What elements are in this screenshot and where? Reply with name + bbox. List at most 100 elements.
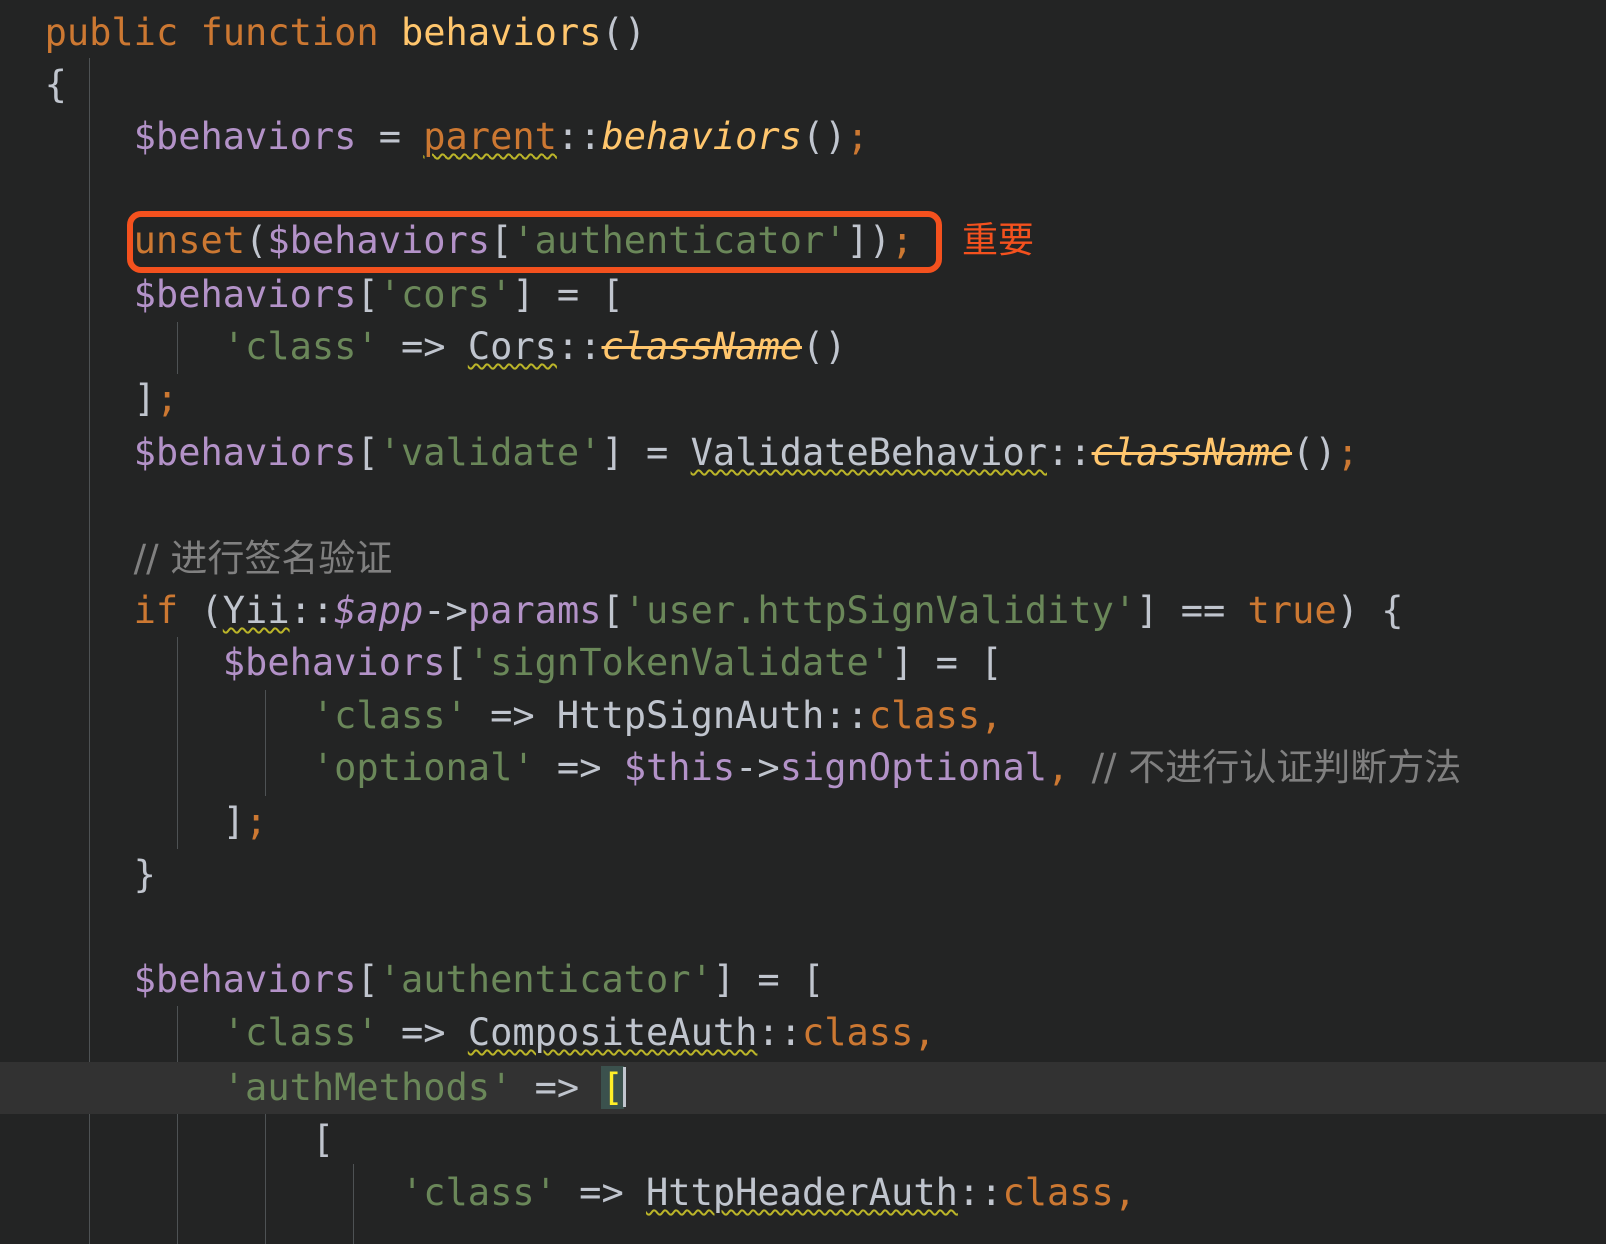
token-class-validatebehavior: ValidateBehavior: [690, 431, 1047, 474]
token-assign: =: [913, 641, 981, 684]
token-assign: =: [623, 431, 691, 474]
token-string-authmethods: 'authMethods': [222, 1066, 513, 1109]
token-comma: ,: [1047, 746, 1070, 789]
token-keyword-if: if: [133, 589, 179, 632]
token-class-yii: Yii: [222, 589, 290, 632]
token-string-class: 'class': [311, 694, 468, 737]
token-string-class: 'class': [222, 1011, 379, 1054]
token-open-brace: {: [44, 63, 67, 106]
code-line-17[interactable]: ];: [0, 796, 1606, 848]
code-line-2[interactable]: {: [0, 59, 1606, 111]
token-class-httpsignauth: HttpSignAuth: [556, 694, 825, 737]
token-deprecated-classname: className: [601, 325, 802, 368]
token-prop-signoptional: signOptional: [779, 746, 1048, 789]
token-string-authenticator: 'authenticator': [512, 219, 847, 262]
code-line-25[interactable]: 'class' => HttpHeaderAuth::class,: [0, 1167, 1606, 1219]
token-double-arrow: =>: [378, 325, 468, 368]
token-double-arrow: =>: [467, 694, 557, 737]
token-string-user-httpsignvalidity: 'user.httpSignValidity': [623, 589, 1137, 632]
token-string-signtokenvalidate: 'signTokenValidate': [467, 641, 892, 684]
token-scope-resolution: ::: [957, 1171, 1003, 1214]
token-parens: (): [801, 115, 847, 158]
token-comma: ,: [913, 1011, 936, 1054]
code-line-24[interactable]: [: [0, 1114, 1606, 1166]
token-keyword-class: class: [868, 694, 981, 737]
token-var-behaviors: $behaviors: [133, 958, 357, 1001]
code-line-15[interactable]: 'class' => HttpSignAuth::class,: [0, 690, 1606, 742]
code-line-13[interactable]: if (Yii::$app->params['user.httpSignVali…: [0, 585, 1606, 637]
token-prop-params: params: [467, 589, 602, 632]
token-paren-brace: ) {: [1336, 589, 1404, 632]
token-class-compositeauth: CompositeAuth: [467, 1011, 758, 1054]
token-open-bracket: [: [311, 1118, 335, 1161]
comment-sign-verification: // 进行签名验证: [133, 537, 393, 580]
code-line-8[interactable]: 'class' => Cors::className(): [0, 321, 1606, 373]
token-open-bracket: [: [801, 958, 825, 1001]
token-scope-resolution: ::: [556, 115, 602, 158]
code-line-16[interactable]: 'optional' => $this->signOptional, // 不进…: [0, 742, 1606, 794]
token-object-operator: ->: [735, 746, 780, 789]
token-method-behaviors: behaviors: [601, 115, 802, 158]
token-scope-resolution: ::: [289, 589, 335, 632]
token-var-behaviors: $behaviors: [222, 641, 446, 684]
code-line-22[interactable]: 'class' => CompositeAuth::class,: [0, 1007, 1606, 1059]
token-string-authenticator: 'authenticator': [378, 958, 713, 1001]
code-line-6[interactable]: unset($behaviors['authenticator']);: [0, 215, 1606, 267]
code-line-7[interactable]: $behaviors['cors'] = [: [0, 269, 1606, 321]
token-string-cors: 'cors': [378, 273, 513, 316]
token-scope-resolution: ::: [556, 325, 602, 368]
token-keyword-parent: parent: [423, 115, 557, 158]
code-line-1[interactable]: public function behaviors(): [0, 7, 1606, 59]
token-keyword-unset: unset: [133, 219, 246, 262]
code-line-14[interactable]: $behaviors['signTokenValidate'] = [: [0, 637, 1606, 689]
token-object-operator: ->: [423, 589, 468, 632]
token-function-name-behaviors: behaviors: [401, 11, 602, 54]
annotation-important: 重要: [962, 220, 1035, 261]
comment-no-auth-check: // 不进行认证判断方法: [1091, 746, 1462, 789]
token-scope-resolution: ::: [824, 694, 869, 737]
token-class-httpheaderauth: HttpHeaderAuth: [646, 1171, 958, 1214]
token-static-prop-app: $app: [334, 589, 424, 632]
token-close-brace: }: [133, 853, 156, 896]
code-line-21[interactable]: $behaviors['authenticator'] = [: [0, 954, 1606, 1006]
token-parens: (): [1292, 431, 1337, 474]
token-string-class: 'class': [400, 1171, 557, 1214]
token-var-behaviors: $behaviors: [133, 273, 357, 316]
token-semicolon: ;: [155, 377, 179, 420]
token-open-bracket: [: [601, 273, 624, 316]
token-class-cors: Cors: [467, 325, 557, 368]
token-comma: ,: [1113, 1171, 1137, 1214]
code-line-23[interactable]: 'authMethods' => [: [0, 1062, 1606, 1114]
token-keyword-class: class: [801, 1011, 914, 1054]
token-string-validate: 'validate': [378, 431, 602, 474]
token-assign: =: [356, 115, 424, 158]
token-semicolon: ;: [1336, 431, 1359, 474]
token-comma: ,: [980, 694, 1003, 737]
code-line-9[interactable]: ];: [0, 373, 1606, 425]
token-keyword-function: function: [200, 11, 379, 54]
code-line-4[interactable]: $behaviors = parent::behaviors();: [0, 111, 1606, 163]
token-assign: =: [534, 273, 602, 316]
token-open-bracket: [: [980, 641, 1003, 684]
token-parens: (): [601, 11, 647, 54]
token-double-arrow: =>: [556, 1171, 647, 1214]
code-line-12[interactable]: // 进行签名验证: [0, 533, 1606, 585]
token-parens: (): [801, 325, 847, 368]
token-keyword-public: public: [44, 11, 179, 54]
token-double-arrow: =>: [378, 1011, 468, 1054]
code-line-10[interactable]: $behaviors['validate'] = ValidateBehavio…: [0, 427, 1606, 479]
token-double-arrow: =>: [534, 746, 624, 789]
bracket-match-highlight: [: [601, 1066, 624, 1109]
token-string-optional: 'optional': [311, 746, 535, 789]
token-var-behaviors: $behaviors: [267, 219, 491, 262]
token-var-behaviors: $behaviors: [133, 431, 357, 474]
token-keyword-class: class: [1002, 1171, 1114, 1214]
token-assign: =: [735, 958, 802, 1001]
code-line-18[interactable]: }: [0, 849, 1606, 901]
token-scope-resolution: ::: [1047, 431, 1092, 474]
token-var-behaviors: $behaviors: [133, 115, 357, 158]
text-caret: [622, 1067, 626, 1107]
token-equality: ==: [1158, 589, 1248, 632]
token-semicolon: ;: [245, 800, 268, 843]
code-editor[interactable]: public function behaviors() { $behaviors…: [0, 0, 1606, 1244]
